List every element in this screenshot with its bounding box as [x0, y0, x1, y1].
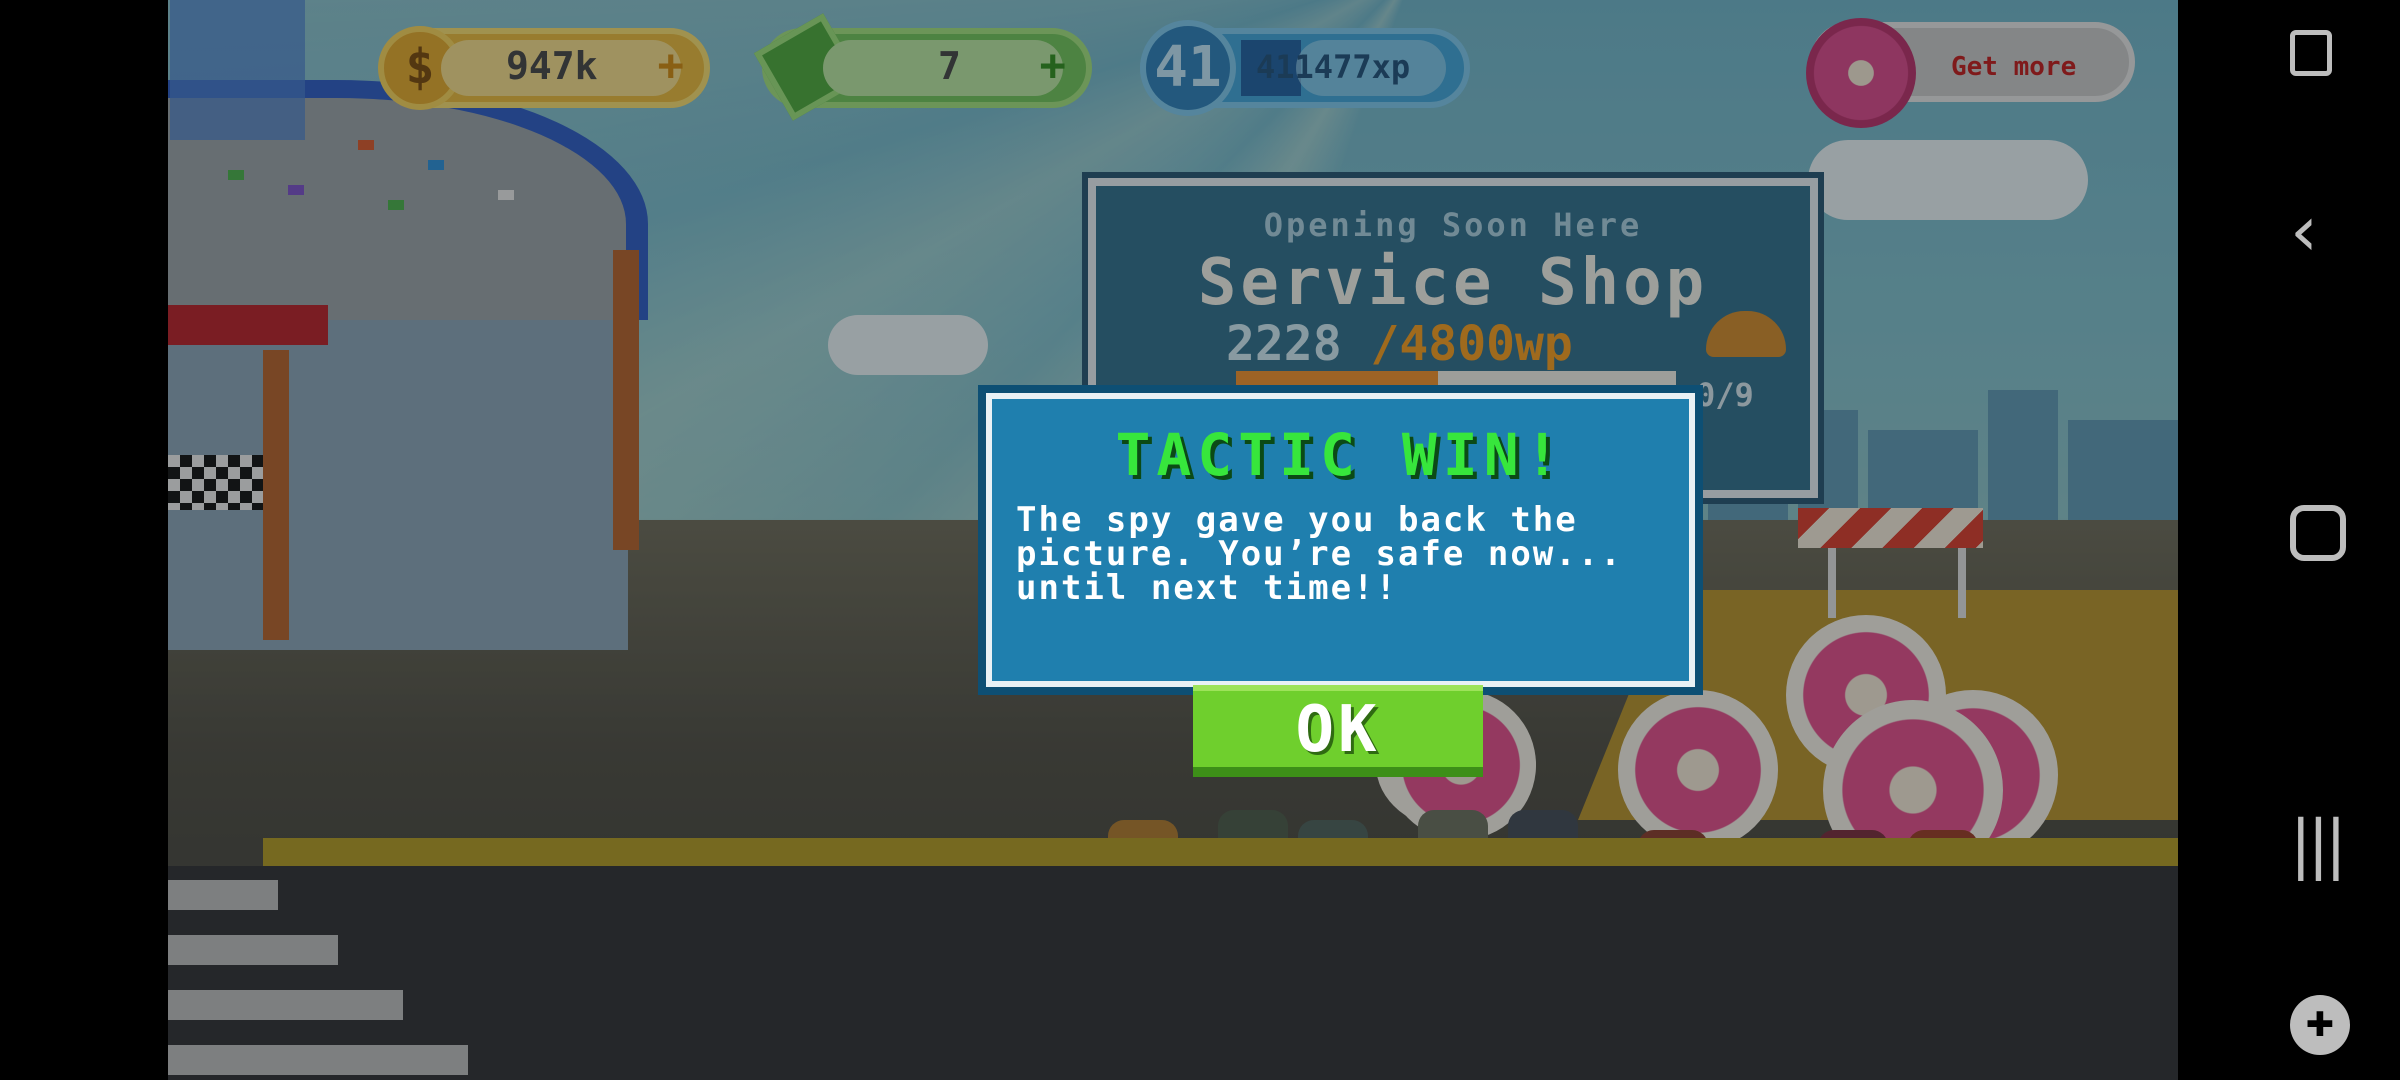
system-nav-bar	[2178, 0, 2400, 1080]
screenshot-icon[interactable]	[2290, 30, 2332, 76]
back-icon[interactable]: ‹	[2290, 190, 2318, 272]
game-viewport[interactable]: Opening Soon Here Service Shop 2228 /480…	[168, 0, 2178, 1080]
ok-button[interactable]: OK	[1193, 685, 1483, 777]
recent-apps-icon[interactable]: |||	[2290, 808, 2347, 882]
home-icon[interactable]	[2290, 505, 2346, 561]
tactic-win-dialog: TACTIC WIN! The spy gave you back the pi…	[978, 385, 1703, 695]
dialog-title: TACTIC WIN!	[1115, 421, 1566, 489]
game-tools-icon[interactable]: ✚	[2290, 995, 2350, 1055]
dialog-message: The spy gave you back the picture. You’r…	[1016, 500, 1623, 608]
